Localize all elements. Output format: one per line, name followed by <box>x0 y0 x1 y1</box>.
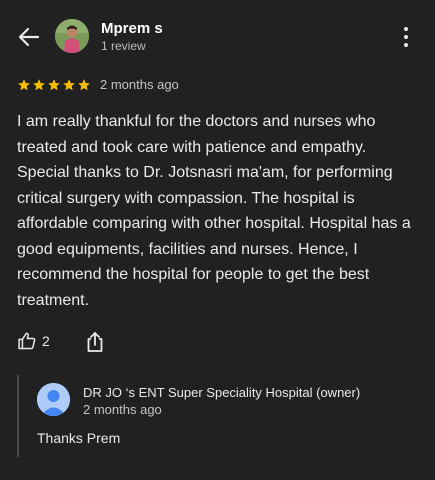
rating-row: 2 months ago <box>17 77 179 92</box>
person-photo-icon <box>55 19 89 53</box>
star-rating <box>17 78 91 92</box>
review-text: I am really thankful for the doctors and… <box>17 113 411 309</box>
person-icon <box>37 383 70 416</box>
thumb-up-icon <box>18 332 36 350</box>
star-icon <box>48 78 60 90</box>
like-button[interactable]: 2 <box>17 331 50 351</box>
back-button[interactable] <box>14 24 44 50</box>
reviewer-avatar[interactable] <box>55 19 89 53</box>
arrow-left-icon <box>18 27 40 47</box>
owner-avatar[interactable] <box>37 383 70 416</box>
owner-reply-date: 2 months ago <box>83 402 162 417</box>
star-icon <box>78 78 90 90</box>
star-icon <box>33 78 45 90</box>
like-count: 2 <box>42 333 50 349</box>
review-count: 1 review <box>101 39 146 53</box>
owner-reply-text: Thanks Prem <box>37 430 121 446</box>
more-vert-icon-dot <box>404 43 408 47</box>
reviewer-name[interactable]: Mprem s <box>101 20 163 37</box>
more-options-button[interactable] <box>396 25 416 49</box>
star-icon <box>18 78 30 90</box>
owner-reply: DR JO ‘s ENT Super Speciality Hospital (… <box>17 375 417 457</box>
star-icon <box>63 78 75 90</box>
review-date: 2 months ago <box>100 77 179 92</box>
share-icon <box>87 332 103 352</box>
more-vert-icon-dot <box>404 35 408 39</box>
owner-name[interactable]: DR JO ‘s ENT Super Speciality Hospital (… <box>83 385 360 400</box>
share-button[interactable] <box>85 331 105 353</box>
more-vert-icon-dot <box>404 27 408 31</box>
review-detail-screen: Mprem s 1 review 2 months ago I am reall… <box>0 0 435 480</box>
